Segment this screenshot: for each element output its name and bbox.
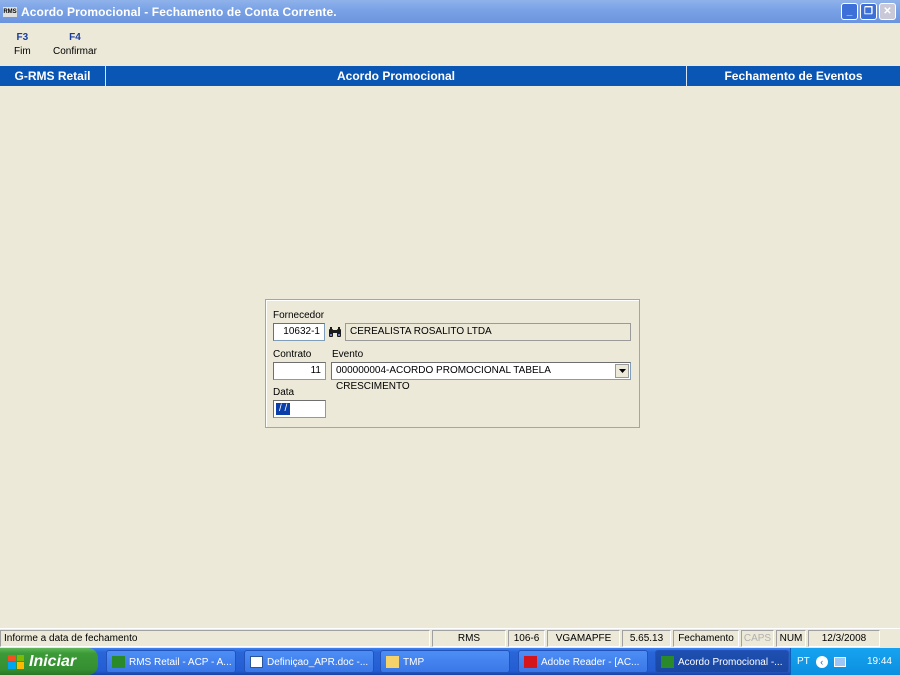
f3-fim-button[interactable]: F3 Fim [14, 32, 31, 57]
clock[interactable]: 19:44 [867, 656, 892, 667]
adobe-reader-icon [524, 656, 537, 668]
contrato-field[interactable]: 11 [273, 362, 326, 380]
taskbar-button-label: RMS Retail - ACP - A... [129, 657, 232, 668]
taskbar-button-label: Adobe Reader - [AC... [541, 657, 640, 668]
taskbar-button-tmp-folder[interactable]: TMP [380, 650, 510, 673]
evento-selected-value: 000000004-ACORDO PROMOCIONAL TABELA CRES… [336, 365, 551, 392]
fornecedor-label: Fornecedor [273, 310, 325, 321]
fechamento-form-panel: Fornecedor 10632-1 CEREALISTA ROSALITO L… [265, 299, 640, 428]
f3-key-label: F3 [16, 32, 29, 43]
word-document-icon [250, 656, 263, 668]
data-label: Data [273, 387, 295, 398]
taskbar-button-label: TMP [403, 657, 425, 668]
window-controls: _ ❐ ✕ [841, 3, 896, 20]
restore-icon[interactable]: ❐ [860, 3, 877, 20]
evento-select[interactable]: 000000004-ACORDO PROMOCIONAL TABELA CRES… [331, 362, 631, 392]
status-mode: Fechamento [673, 630, 739, 647]
f4-action-label: Confirmar [53, 46, 97, 57]
status-system: RMS [432, 630, 506, 647]
status-bar: Informe a data de fechamento RMS 106-6 V… [0, 628, 900, 647]
rms-app-icon [661, 656, 674, 668]
fornecedor-name-field: CEREALISTA ROSALITO LTDA [345, 323, 631, 341]
data-value: / / [276, 403, 291, 415]
start-button[interactable]: Iniciar [0, 648, 98, 675]
system-tray: PT ‹ 19:44 [790, 648, 900, 675]
f3-action-label: Fim [14, 46, 31, 57]
evento-label: Evento [332, 349, 364, 360]
taskbar-button-adobe-reader[interactable]: Adobe Reader - [AC... [518, 650, 648, 673]
binoculars-search-icon[interactable] [326, 323, 344, 341]
function-key-toolbar: F3 Fim F4 Confirmar [0, 23, 900, 65]
window-title: Acordo Promocional - Fechamento de Conta… [21, 4, 337, 19]
f4-key-label: F4 [69, 32, 81, 43]
fornecedor-code-field[interactable]: 10632-1 [273, 323, 325, 341]
f4-confirmar-button[interactable]: F4 Confirmar [53, 32, 97, 57]
title-bar[interactable]: RMS Acordo Promocional - Fechamento de C… [0, 0, 900, 23]
taskbar-button-rms-retail[interactable]: RMS Retail - ACP - A... [106, 650, 236, 673]
folder-icon [386, 656, 399, 668]
band-module-name: Acordo Promocional [336, 69, 455, 83]
contrato-label: Contrato [273, 349, 312, 360]
status-user: VGAMAPFE [547, 630, 620, 647]
band-system-name: G-RMS Retail [14, 69, 91, 83]
rms-app-icon: RMS [3, 6, 17, 17]
status-branch: 106-6 [508, 630, 545, 647]
status-num: NUM [776, 630, 806, 647]
status-caps: CAPS [741, 630, 774, 647]
start-label: Iniciar [29, 652, 77, 670]
close-icon[interactable]: ✕ [879, 3, 896, 20]
network-icon[interactable] [833, 656, 846, 667]
taskbar: Iniciar RMS Retail - ACP - A... Definiça… [0, 648, 900, 675]
language-indicator[interactable]: PT [797, 656, 810, 667]
header-band: G-RMS Retail Acordo Promocional Fechamen… [0, 66, 900, 86]
taskbar-button-label: Definiçao_APR.doc -... [267, 657, 369, 668]
taskbar-button-acordo-promocional[interactable]: Acordo Promocional -... [655, 650, 789, 673]
minimize-icon[interactable]: _ [841, 3, 858, 20]
status-date: 12/3/2008 [808, 630, 880, 647]
tray-expand-icon[interactable]: ‹ [815, 655, 828, 668]
status-version: 5.65.13 [622, 630, 671, 647]
band-screen-name: Fechamento de Eventos [724, 69, 863, 83]
taskbar-button-word-doc[interactable]: Definiçao_APR.doc -... [244, 650, 374, 673]
data-fechamento-field[interactable]: / / [273, 400, 326, 418]
windows-flag-icon [8, 654, 24, 669]
rms-app-icon [112, 656, 125, 668]
taskbar-button-label: Acordo Promocional -... [678, 657, 783, 668]
status-message: Informe a data de fechamento [0, 630, 430, 647]
chevron-down-icon[interactable] [615, 364, 629, 378]
